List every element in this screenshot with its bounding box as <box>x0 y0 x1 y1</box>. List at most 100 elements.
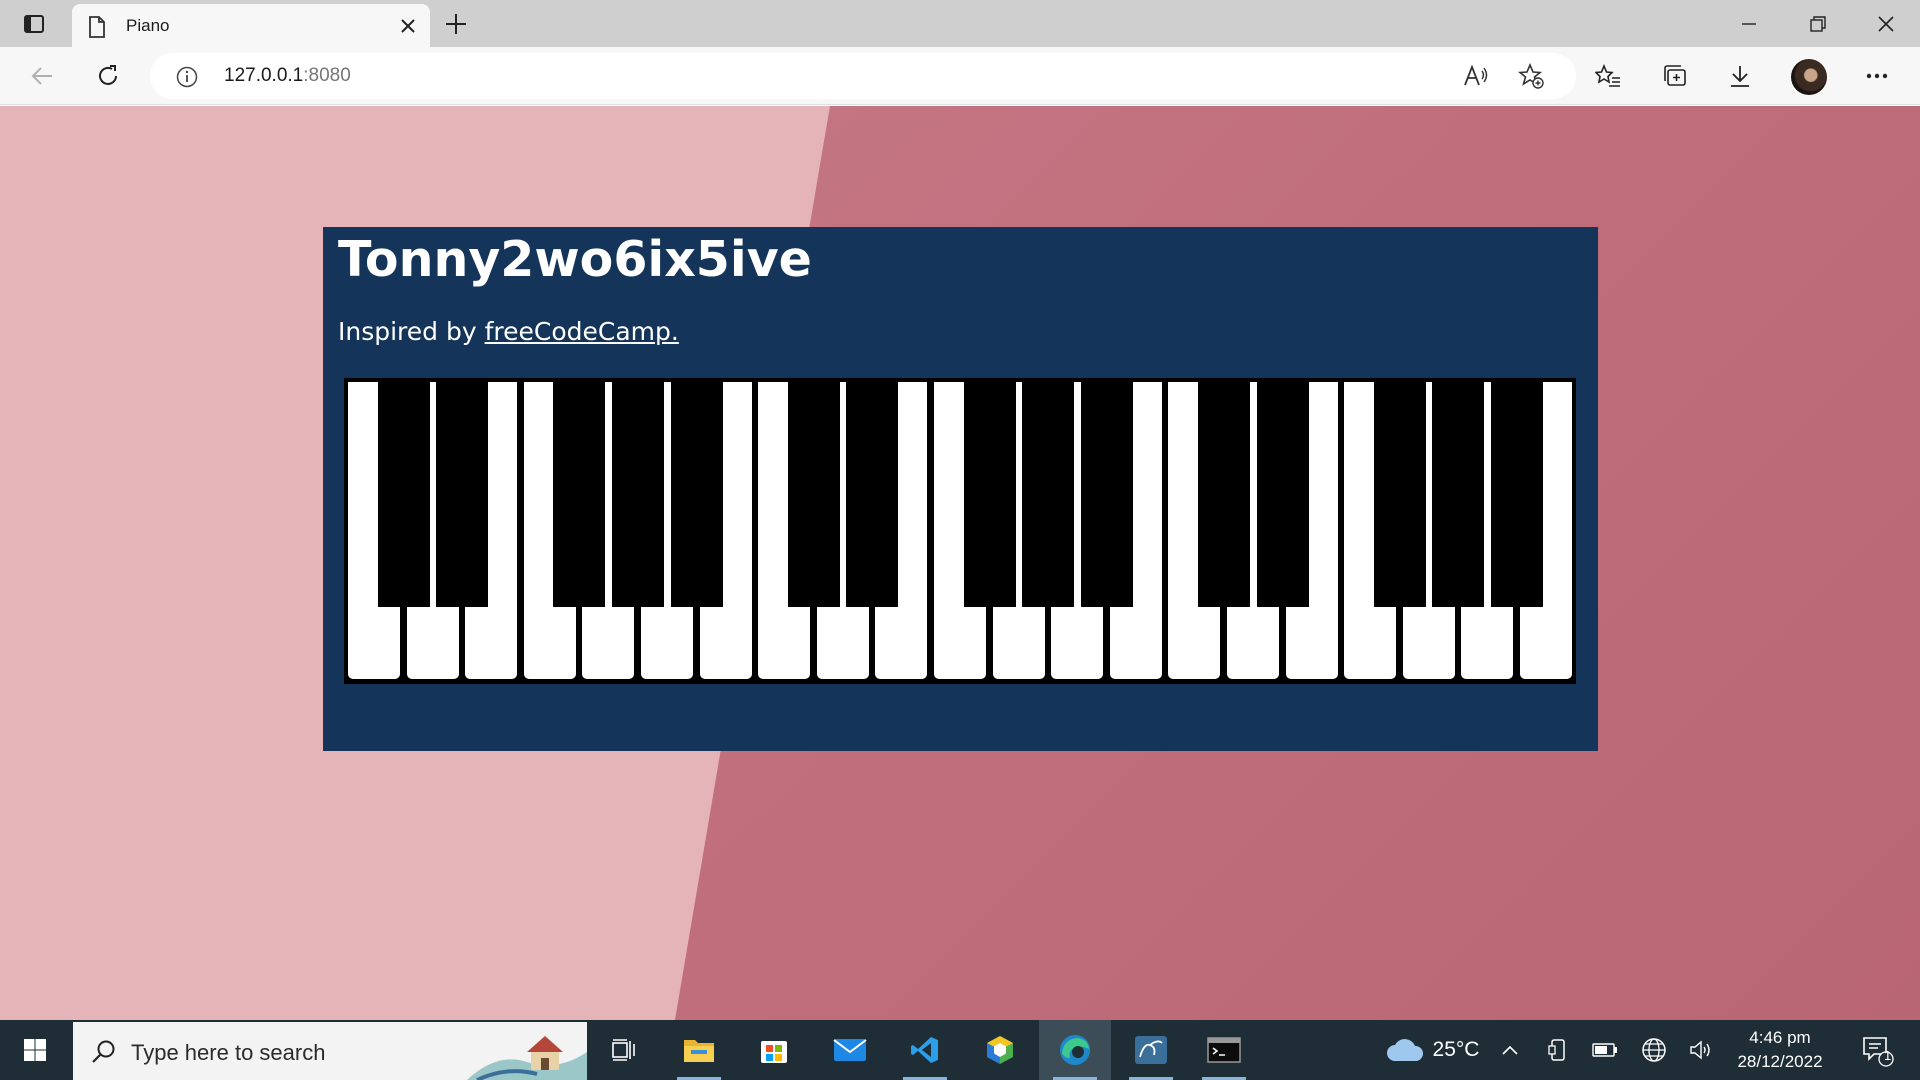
weather-temperature: 25°C <box>1432 1038 1480 1061</box>
search-highlight-art-icon <box>467 1036 587 1080</box>
cube-app-icon <box>987 1036 1013 1064</box>
black-key-fsharp[interactable] <box>963 378 1016 607</box>
star-add-icon <box>1518 63 1544 89</box>
task-view-icon <box>612 1039 635 1061</box>
collections-icon <box>1664 65 1686 86</box>
cloud-icon <box>1386 1039 1423 1061</box>
close-window-button[interactable] <box>1851 0 1920 47</box>
restore-button[interactable] <box>1783 0 1852 47</box>
browser-toolbar: 127.0.0.1:8080 <box>0 47 1920 105</box>
download-icon <box>1731 66 1749 87</box>
profile-avatar[interactable] <box>1791 59 1827 95</box>
search-icon <box>92 1040 115 1063</box>
page-heading: Tonny2wo6ix5ive <box>338 231 812 288</box>
add-favorite-button[interactable] <box>1513 58 1549 94</box>
taskbar-search-box[interactable]: Type here to search <box>73 1022 587 1080</box>
black-key-asharp[interactable] <box>670 378 723 607</box>
tab-actions-icon <box>24 15 44 33</box>
back-button[interactable] <box>24 58 60 94</box>
page-icon <box>89 16 105 38</box>
tab-title: Piano <box>126 16 170 35</box>
network-indicator[interactable] <box>1638 1020 1670 1080</box>
clock-time: 4:46 pm <box>1749 1028 1811 1047</box>
active-tab[interactable]: Piano <box>72 4 430 47</box>
system-clock[interactable]: 4:46 pm 28/12/2022 <box>1720 1026 1840 1074</box>
more-horizontal-icon <box>1866 73 1888 79</box>
start-button[interactable] <box>0 1020 70 1080</box>
terminal-icon <box>1207 1037 1241 1063</box>
taskbar-edge[interactable] <box>1039 1020 1111 1080</box>
taskbar-microsoft-store[interactable] <box>738 1020 810 1080</box>
show-hidden-icons-button[interactable] <box>1495 1020 1525 1080</box>
address-bar[interactable]: 127.0.0.1:8080 <box>150 53 1576 99</box>
black-key-csharp[interactable] <box>1198 378 1250 607</box>
tab-actions-button[interactable] <box>16 9 52 39</box>
black-key-fsharp[interactable] <box>553 378 606 607</box>
taskbar-mail[interactable] <box>814 1020 886 1080</box>
black-key-gsharp[interactable] <box>1022 378 1075 607</box>
browser-tab-strip: Piano <box>0 0 1920 47</box>
subtitle-prefix: Inspired by <box>338 317 485 346</box>
search-placeholder: Type here to search <box>131 1040 326 1065</box>
url-host: 127.0.0.1 <box>224 65 304 86</box>
windows-taskbar: Type here to search 25°C 4:46 pm 28/12/2… <box>0 1020 1920 1080</box>
black-key-csharp[interactable] <box>787 378 840 607</box>
taskbar-mysql-app[interactable] <box>1115 1020 1187 1080</box>
black-key-gsharp[interactable] <box>1432 378 1485 607</box>
freecodecamp-link[interactable]: freeCodeCamp. <box>485 317 679 346</box>
vscode-icon <box>911 1037 938 1063</box>
black-key-fsharp[interactable] <box>1373 378 1426 607</box>
meet-now-button[interactable] <box>1543 1020 1573 1080</box>
page-viewport: Tonny2wo6ix5ive Inspired by freeCodeCamp… <box>0 106 1920 1020</box>
edge-icon <box>1060 1035 1090 1065</box>
favorites-icon <box>1595 64 1620 87</box>
battery-icon <box>1592 1043 1617 1057</box>
back-arrow-icon <box>31 67 52 85</box>
weather-widget[interactable]: 25°C <box>1372 1020 1492 1080</box>
minimize-icon <box>1741 22 1756 25</box>
black-key-asharp[interactable] <box>1080 378 1133 607</box>
new-tab-button[interactable] <box>440 10 472 38</box>
speaker-icon <box>1690 1040 1710 1060</box>
settings-more-button[interactable] <box>1859 58 1895 94</box>
globe-icon <box>1642 1038 1666 1062</box>
favorites-button[interactable] <box>1590 58 1626 94</box>
black-key-csharp[interactable] <box>377 378 430 607</box>
tab-close-button[interactable] <box>396 14 420 38</box>
collections-button[interactable] <box>1657 58 1693 94</box>
plus-icon <box>446 14 466 34</box>
black-key-dsharp[interactable] <box>436 378 489 607</box>
refresh-icon <box>99 65 117 85</box>
taskbar-cube-app[interactable] <box>964 1020 1036 1080</box>
url-text[interactable]: 127.0.0.1:8080 <box>224 65 351 87</box>
taskbar-vscode[interactable] <box>889 1020 961 1080</box>
store-icon <box>761 1041 787 1063</box>
url-port: :8080 <box>303 65 351 86</box>
action-center-button[interactable]: 1 <box>1852 1020 1902 1080</box>
read-aloud-button[interactable] <box>1458 58 1494 94</box>
device-icon <box>1548 1039 1565 1061</box>
taskbar-terminal[interactable] <box>1188 1020 1260 1080</box>
site-info-icon[interactable] <box>176 66 198 88</box>
piano-keyboard <box>344 378 1576 684</box>
downloads-button[interactable] <box>1722 58 1758 94</box>
close-icon <box>1877 15 1894 32</box>
black-key-gsharp[interactable] <box>612 378 664 607</box>
refresh-button[interactable] <box>90 58 126 94</box>
windows-logo-icon <box>24 1039 46 1061</box>
read-aloud-icon <box>1464 65 1488 86</box>
clock-date: 28/12/2022 <box>1737 1052 1823 1071</box>
task-view-button[interactable] <box>588 1020 660 1080</box>
battery-indicator[interactable] <box>1590 1020 1620 1080</box>
mail-icon <box>833 1039 867 1061</box>
black-key-dsharp[interactable] <box>846 378 899 607</box>
notification-count: 1 <box>1884 1048 1892 1063</box>
volume-indicator[interactable] <box>1686 1020 1716 1080</box>
subtitle: Inspired by freeCodeCamp. <box>338 317 679 346</box>
black-key-asharp[interactable] <box>1491 378 1543 607</box>
folder-icon <box>684 1040 714 1062</box>
piano-card: Tonny2wo6ix5ive Inspired by freeCodeCamp… <box>323 227 1598 751</box>
minimize-button[interactable] <box>1714 0 1783 47</box>
taskbar-file-explorer[interactable] <box>663 1020 735 1080</box>
black-key-dsharp[interactable] <box>1256 378 1309 607</box>
